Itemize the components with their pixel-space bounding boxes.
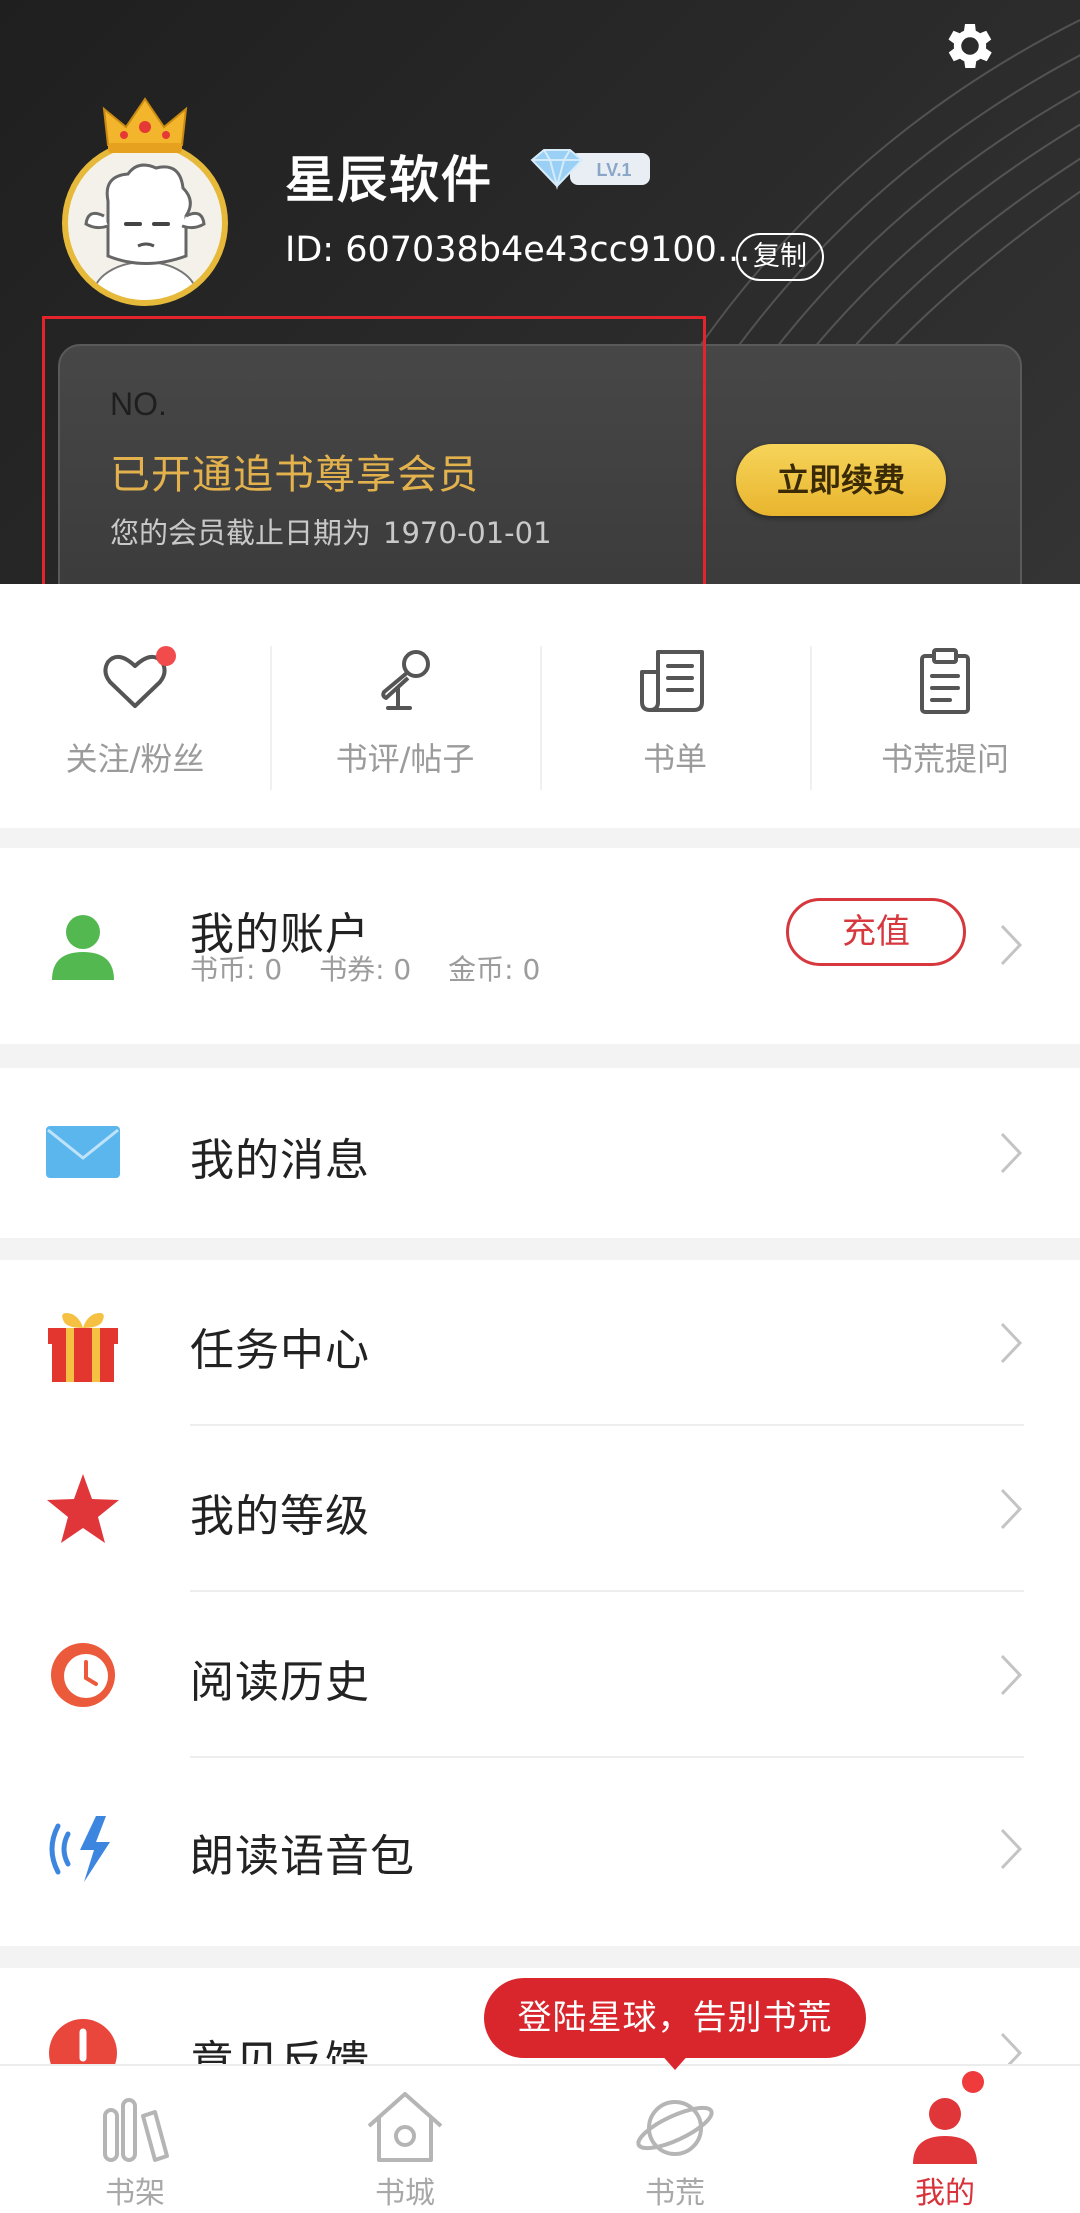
- menu-title: 阅读历史: [190, 1657, 370, 1708]
- bottom-navigation: 书架 书城 书荒 我的: [0, 2064, 1080, 2213]
- chevron-right-icon: [1000, 1488, 1023, 1530]
- home-icon: [367, 2092, 443, 2162]
- nav-label: 书城: [375, 2176, 435, 2211]
- menu-title: 朗读语音包: [190, 1831, 415, 1882]
- planet-icon: [636, 2100, 714, 2156]
- recharge-button[interactable]: 充值: [786, 898, 966, 966]
- messages-section: 我的消息: [0, 1068, 1080, 1238]
- chevron-right-icon: [1000, 1132, 1023, 1174]
- quick-actions-bar: 关注/粉丝 书评/帖子 书单 书荒提问: [0, 584, 1080, 828]
- envelope-icon: [46, 1126, 120, 1178]
- quick-action-follow-fans[interactable]: 关注/粉丝: [0, 584, 270, 828]
- menu-title: 意见反馈: [190, 2037, 370, 2068]
- account-section: 我的账户 书币: 0 书券: 0 金币: 0 充值: [0, 848, 1080, 1044]
- nav-label: 书荒: [645, 2176, 705, 2211]
- level-label: LV.1: [596, 160, 631, 180]
- star-icon: [47, 1474, 119, 1543]
- chevron-right-icon: [1000, 2032, 1023, 2068]
- nav-label: 书架: [105, 2176, 165, 2211]
- nav-notification-dot: [962, 2071, 984, 2093]
- profile-header: 星辰软件 LV.1 ID: 607038b4e43cc9100... 复制 NO…: [0, 0, 1080, 584]
- menu-row-task-center[interactable]: 任务中心: [0, 1260, 1080, 1426]
- highlight-annotation-box: [42, 316, 706, 584]
- nav-tab-book-planet[interactable]: 书荒: [540, 2066, 810, 2213]
- nav-tab-mine[interactable]: 我的: [810, 2066, 1080, 2213]
- quick-action-label: 书评/帖子: [335, 740, 475, 778]
- account-person-icon: [52, 915, 114, 980]
- menu-title: 任务中心: [190, 1325, 370, 1376]
- account-balances: 书币: 0 书券: 0 金币: 0: [190, 948, 568, 988]
- sheep-avatar-icon: [84, 163, 206, 300]
- avatar[interactable]: [60, 95, 230, 306]
- menu-row-reading-history[interactable]: 阅读历史: [0, 1592, 1080, 1758]
- quick-action-label: 书荒提问: [880, 740, 1009, 778]
- renew-button[interactable]: 立即续费: [736, 444, 946, 516]
- quick-action-label: 书单: [642, 740, 707, 778]
- gold-coins-value: 金币: 0: [448, 953, 541, 986]
- gift-box-icon: [48, 1313, 118, 1382]
- quick-action-reviews-posts[interactable]: 书评/帖子: [270, 584, 540, 828]
- settings-gear-icon[interactable]: [940, 16, 1000, 76]
- chevron-right-icon: [1000, 1828, 1023, 1870]
- avatar-image: [62, 140, 228, 306]
- book-coupons-value: 书券: 0: [319, 953, 412, 986]
- clipboard-icon: [920, 648, 970, 714]
- bookshelf-icon: [103, 2098, 169, 2162]
- quick-action-label: 关注/粉丝: [65, 740, 205, 778]
- person-icon: [913, 2098, 977, 2164]
- username: 星辰软件: [285, 151, 493, 209]
- chevron-right-icon: [1000, 924, 1023, 966]
- book-coins-value: 书币: 0: [190, 953, 283, 986]
- menu-row-my-account[interactable]: 我的账户 书币: 0 书券: 0 金币: 0 充值: [0, 848, 1080, 1044]
- main-menu-section: 任务中心 我的等级 阅读历史 朗读语音包: [0, 1260, 1080, 1946]
- menu-title: 我的消息: [190, 1135, 370, 1186]
- user-id: ID: 607038b4e43cc9100...: [285, 230, 751, 270]
- quick-action-booklist[interactable]: 书单: [540, 584, 810, 828]
- crown-icon: [102, 97, 188, 153]
- menu-title: 我的等级: [190, 1491, 370, 1542]
- bubble-tail: [659, 2052, 691, 2070]
- nav-label: 我的: [915, 2176, 975, 2211]
- microphone-icon: [381, 650, 430, 710]
- copy-id-button[interactable]: 复制: [736, 233, 824, 281]
- chevron-right-icon: [1000, 1322, 1023, 1364]
- voice-wave-icon: [49, 1816, 110, 1882]
- chevron-right-icon: [1000, 1654, 1023, 1696]
- level-badge: LV.1: [530, 149, 650, 190]
- history-clock-icon: [51, 1643, 115, 1707]
- exclamation-icon: [49, 2019, 117, 2068]
- nav-tab-bookshelf[interactable]: 书架: [0, 2066, 270, 2213]
- booklist-icon: [640, 650, 704, 712]
- menu-row-my-level[interactable]: 我的等级: [0, 1426, 1080, 1592]
- notification-dot: [156, 646, 176, 666]
- planet-promo-bubble[interactable]: 登陆星球，告别书荒: [484, 1978, 866, 2058]
- menu-row-my-messages[interactable]: 我的消息: [0, 1068, 1080, 1238]
- nav-tab-bookstore[interactable]: 书城: [270, 2066, 540, 2213]
- quick-action-book-request[interactable]: 书荒提问: [810, 584, 1080, 828]
- menu-row-voice-pack[interactable]: 朗读语音包: [0, 1758, 1080, 1938]
